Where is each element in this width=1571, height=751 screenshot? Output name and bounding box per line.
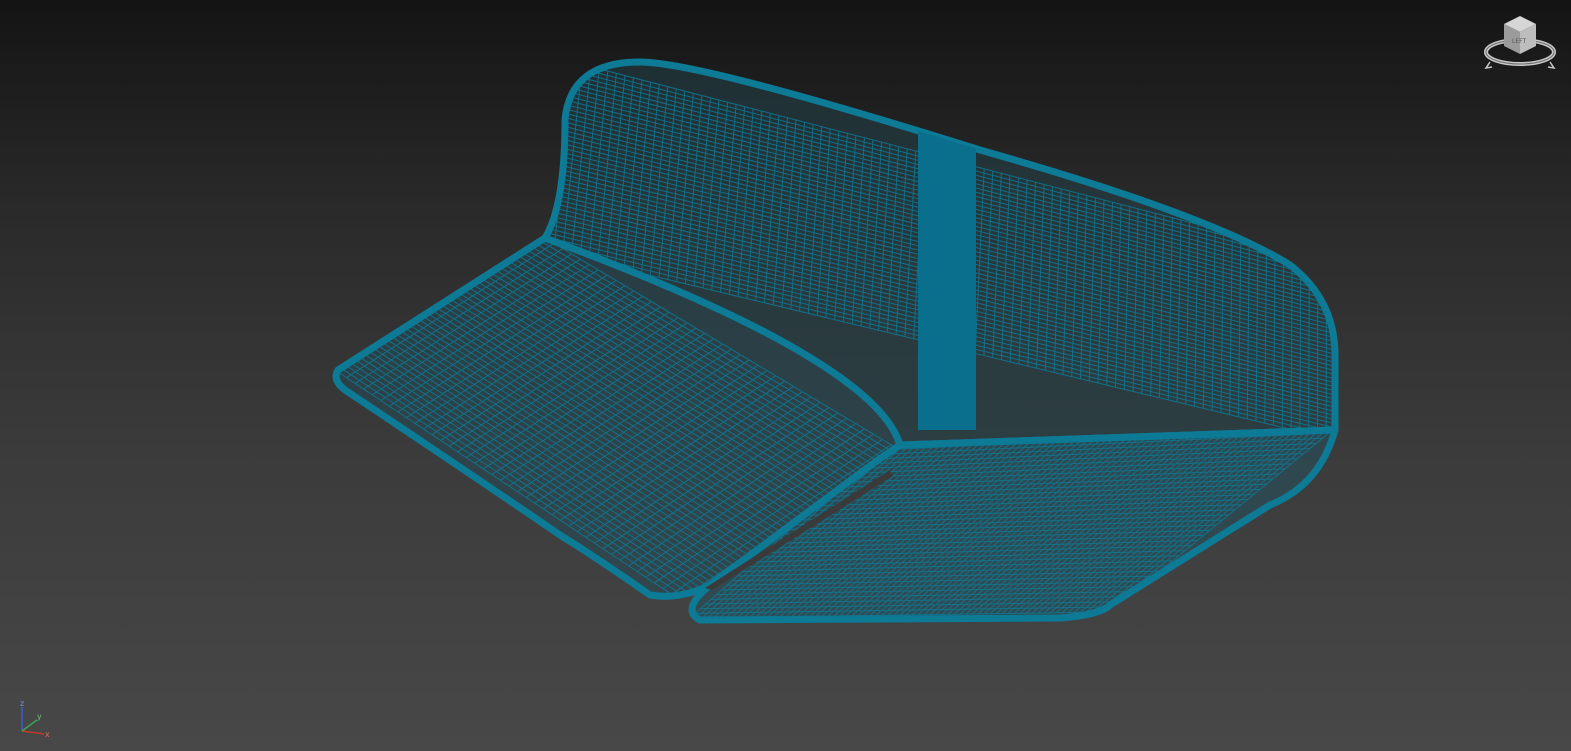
3d-viewport[interactable]: LEFT z x y xyxy=(0,0,1571,751)
x-axis-label: x xyxy=(45,730,50,739)
rotate-ccw-icon[interactable] xyxy=(1484,61,1493,70)
viewcube-widget[interactable]: LEFT xyxy=(1482,10,1558,72)
y-axis-line xyxy=(21,719,38,732)
axis-tripod: z x y xyxy=(12,698,52,740)
rotate-cw-icon[interactable] xyxy=(1547,61,1556,70)
viewcube-face-label: LEFT xyxy=(1512,38,1526,45)
wireframe-model-layer xyxy=(332,58,1339,624)
z-axis-label: z xyxy=(20,699,24,708)
x-axis-line xyxy=(21,730,45,735)
y-axis-label: y xyxy=(37,712,42,721)
